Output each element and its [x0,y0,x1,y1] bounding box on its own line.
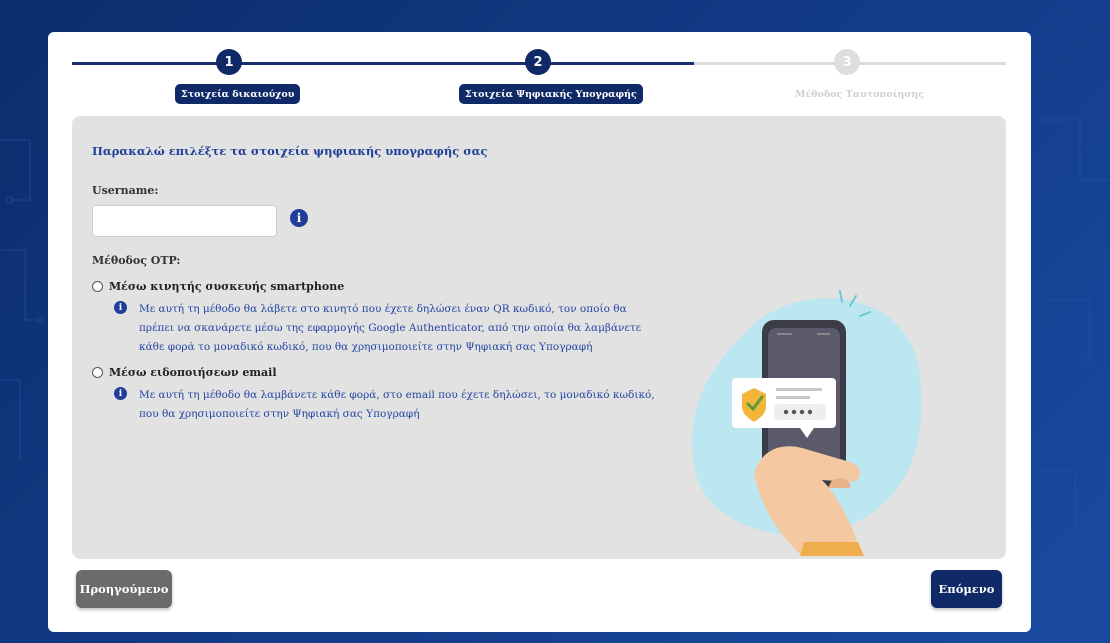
stepper-track-completed [72,62,694,65]
option-email-description: Με αυτή τη μέθοδο θα λαμβάνετε κάθε φορά… [139,389,655,420]
otp-method-label: Μέθοδος OTP: [92,254,181,267]
otp-option-smartphone: Μέσω κινητής συσκευής smartphone i Με αυ… [92,280,659,357]
step-2-circle: 2 [525,49,551,75]
option-email-label[interactable]: Μέσω ειδοποιήσεων email [109,366,277,379]
radio-smartphone[interactable] [92,281,103,292]
username-label: Username: [92,184,159,197]
wizard-card: 1 Στοιχεία δικαιούχου 2 Στοιχεία Ψηφιακή… [48,32,1031,632]
radio-email[interactable] [92,367,103,378]
option-smartphone-description: Με αυτή τη μέθοδο θα λάβετε στο κινητό π… [139,303,642,353]
previous-button[interactable]: Προηγούμενο [76,570,172,608]
step-1-label: Στοιχεία δικαιούχου [175,84,301,104]
step-1-circle: 1 [216,49,242,75]
otp-option-email: Μέσω ειδοποιήσεων email i Με αυτή τη μέθ… [92,366,659,424]
phone-verification-illustration [692,290,922,556]
form-intro-text: Παρακαλώ επιλέξτε τα στοιχεία ψηφιακής υ… [92,144,488,158]
username-input[interactable] [92,205,277,237]
step-3-circle: 3 [834,49,860,75]
info-icon[interactable]: i [290,209,308,227]
info-icon: i [114,301,127,314]
step-2-label: Στοιχεία Ψηφιακής Υπογραφής [459,84,643,104]
step-3-label: Μέθοδος Ταυτοποίησης [795,88,924,100]
info-icon: i [114,387,127,400]
form-panel: Παρακαλώ επιλέξτε τα στοιχεία ψηφιακής υ… [72,116,1006,559]
next-button[interactable]: Επόμενο [931,570,1002,608]
option-smartphone-label[interactable]: Μέσω κινητής συσκευής smartphone [109,280,344,293]
